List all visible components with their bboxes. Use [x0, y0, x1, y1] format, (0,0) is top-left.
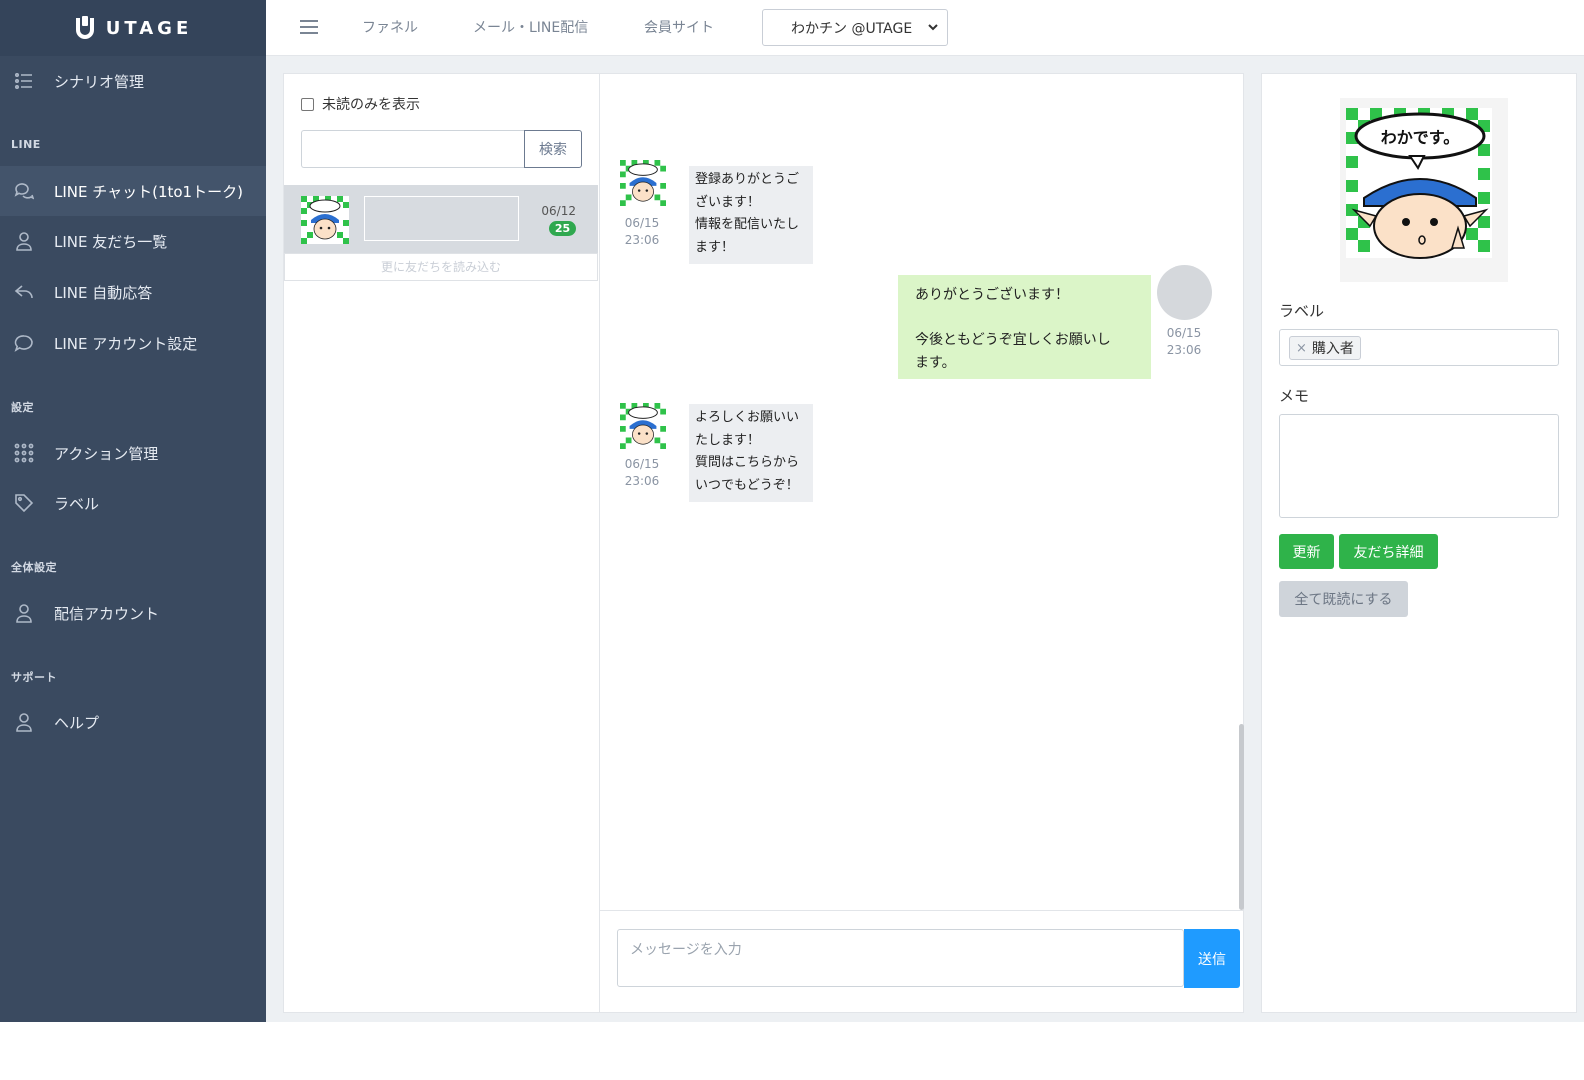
brand-logo[interactable]: UTAGE — [0, 0, 266, 56]
utage-logo-icon — [75, 16, 94, 39]
hamburger-menu-icon[interactable] — [300, 16, 318, 38]
sidebar-section-settings: 設定 — [11, 401, 34, 414]
message-date: 06/15 — [1166, 326, 1202, 340]
message-date: 06/15 — [624, 457, 660, 471]
sidebar-section-line: LINE — [11, 138, 41, 151]
sidebar-item-line-autoreply[interactable]: LINE 自動応答 — [0, 267, 266, 317]
compose-area: メッセージを入力 送信 — [600, 910, 1243, 1012]
message-time: 23:06 — [624, 233, 660, 247]
friend-search-input[interactable] — [301, 130, 524, 168]
unread-only-toggle[interactable]: 未読のみを表示 — [301, 94, 420, 114]
tag-icon — [14, 493, 34, 513]
sidebar-item-label-mgmt[interactable]: ラベル — [0, 478, 266, 528]
sidebar-item-line-friends[interactable]: LINE 友だち一覧 — [0, 216, 266, 266]
account-select-value: わかチン @UTAGE — [791, 20, 913, 37]
nav-link-member-site[interactable]: 会員サイト — [644, 0, 714, 56]
label-tag-text: 購入者 — [1311, 341, 1354, 357]
sender-avatar — [620, 403, 666, 449]
chat-panel: 06/15 23:06 登録ありがとうご ざいます！ 情報を配信いたし ます！ … — [599, 73, 1244, 1013]
sidebar-item-action[interactable]: アクション管理 — [0, 428, 266, 478]
chevron-down-icon — [928, 24, 938, 31]
user-icon — [14, 603, 34, 623]
nav-link-mail-line[interactable]: メール・LINE配信 — [473, 0, 588, 56]
message-bubble-incoming: よろしくお願いい たします！ 質問はこちらから いつでもどうぞ！ — [689, 404, 813, 502]
sidebar-item-label: アクション管理 — [54, 444, 159, 463]
friend-detail-button[interactable]: 友だち詳細 — [1339, 534, 1438, 569]
sender-avatar — [620, 160, 666, 206]
label-tag-input[interactable]: × 購入者 — [1279, 329, 1559, 366]
message-time: 23:06 — [1166, 343, 1202, 357]
update-button[interactable]: 更新 — [1279, 534, 1334, 569]
message-date: 06/15 — [624, 216, 660, 230]
mark-all-read-button[interactable]: 全て既読にする — [1279, 581, 1408, 617]
sidebar: UTAGE シナリオ管理 LINE LINE チャット(1to1トーク) LIN… — [0, 0, 266, 1022]
load-more-friends-button[interactable]: 更に友だちを読み込む — [284, 253, 598, 281]
sidebar-item-label: シナリオ管理 — [54, 72, 145, 91]
unread-only-label: 未読のみを表示 — [322, 97, 420, 113]
sidebar-item-line-account[interactable]: LINE アカウント設定 — [0, 318, 266, 368]
sidebar-item-help[interactable]: ヘルプ — [0, 697, 266, 747]
friend-last-date: 06/12 — [541, 204, 576, 218]
sidebar-item-scenario[interactable]: シナリオ管理 — [0, 56, 266, 106]
sidebar-item-label: LINE チャット(1to1トーク) — [54, 182, 243, 201]
sidebar-item-label: ヘルプ — [54, 713, 100, 732]
memo-textarea[interactable] — [1279, 414, 1559, 518]
list-icon — [14, 71, 34, 91]
message-bubble-outgoing: ありがとうございます！ 今後ともどうぞ宜しくお願いし ます。 — [898, 275, 1151, 379]
friend-list-item[interactable]: 06/12 25 — [284, 185, 598, 253]
message-time: 23:06 — [624, 474, 660, 488]
sidebar-item-label: LINE 自動応答 — [54, 283, 153, 302]
app: UTAGE シナリオ管理 LINE LINE チャット(1to1トーク) LIN… — [0, 0, 1584, 1022]
friend-list-panel: 未読のみを表示 検索 06/12 25 更に友だちを読み込む — [283, 73, 599, 1013]
sidebar-item-label: LINE 友だち一覧 — [54, 232, 168, 251]
message-timestamp: 06/15 23:06 — [1160, 325, 1208, 359]
remove-tag-icon[interactable]: × — [1296, 341, 1307, 356]
own-avatar — [1157, 265, 1212, 320]
message-input[interactable]: メッセージを入力 — [617, 929, 1184, 987]
sidebar-item-label: LINE アカウント設定 — [54, 334, 198, 353]
nav-link-funnel[interactable]: ファネル — [362, 0, 418, 56]
message-timestamp: 06/15 23:06 — [618, 456, 666, 490]
friend-name — [364, 196, 519, 241]
label-tag: × 購入者 — [1289, 336, 1361, 360]
unread-count-badge: 25 — [549, 221, 576, 236]
sidebar-item-label: 配信アカウント — [54, 604, 160, 623]
chat-scrollbar[interactable] — [1239, 74, 1244, 910]
chat-icon — [14, 181, 34, 201]
message-bubble-incoming: 登録ありがとうご ざいます！ 情報を配信いたし ます！ — [689, 166, 813, 264]
sidebar-section-support: サポート — [11, 671, 57, 684]
grid-icon — [14, 443, 34, 463]
send-button[interactable]: 送信 — [1184, 929, 1240, 988]
message-timestamp: 06/15 23:06 — [618, 215, 666, 249]
search-button[interactable]: 検索 — [524, 130, 582, 168]
sidebar-section-global: 全体設定 — [11, 561, 57, 574]
account-select[interactable]: わかチン @UTAGE — [762, 9, 948, 46]
profile-speech-text: わかです。 — [1381, 128, 1459, 147]
chat-workspace: 未読のみを表示 検索 06/12 25 更に友だちを読み込む 06/15 23:… — [283, 73, 1578, 1013]
reply-icon — [14, 282, 34, 302]
friend-avatar — [301, 196, 349, 244]
friend-info-panel: わかです。 ラベル × 購入者 メモ 更新 友だち詳細 全て既読にする — [1261, 73, 1577, 1013]
unread-only-checkbox[interactable] — [301, 97, 314, 111]
top-navbar: ファネル メール・LINE配信 会員サイト わかチン @UTAGE — [266, 0, 1584, 56]
memo-section-title: メモ — [1279, 387, 1310, 405]
user-icon — [14, 231, 34, 251]
user-icon — [14, 712, 34, 732]
chat-scrollbar-thumb[interactable] — [1239, 724, 1244, 910]
sidebar-item-line-chat[interactable]: LINE チャット(1to1トーク) — [0, 166, 266, 216]
sidebar-item-delivery-account[interactable]: 配信アカウント — [0, 588, 266, 638]
friend-profile-image: わかです。 — [1340, 98, 1508, 282]
label-section-title: ラベル — [1279, 302, 1325, 320]
brand-name: UTAGE — [105, 17, 193, 39]
comment-icon — [14, 333, 34, 353]
sidebar-item-label: ラベル — [54, 494, 100, 513]
